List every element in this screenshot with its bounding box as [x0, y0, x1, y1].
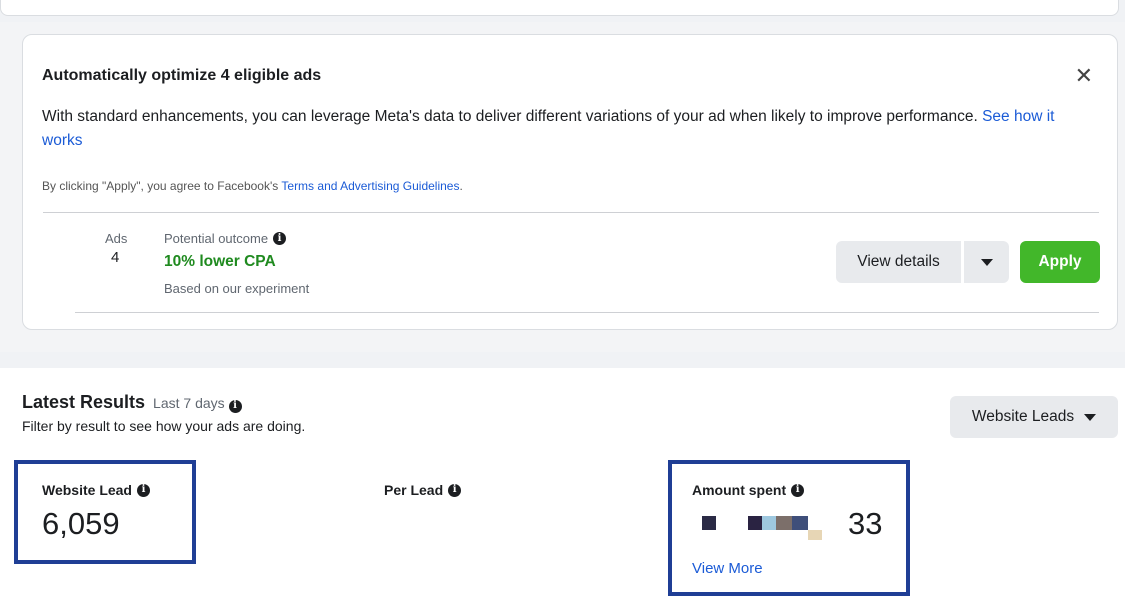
website-lead-label: Website Lead i	[42, 482, 150, 498]
website-lead-value: 6,059	[42, 506, 120, 541]
potential-outcome-label: Potential outcome i	[164, 231, 287, 246]
terms-link[interactable]: Terms and Advertising Guidelines	[281, 179, 459, 193]
legal-suffix: .	[459, 179, 463, 193]
results-subtitle: Filter by result to see how your ads are…	[22, 418, 306, 434]
amount-spent-label: Amount spent i	[692, 482, 805, 498]
website-lead-label-text: Website Lead	[42, 482, 132, 498]
optimize-ads-card: Automatically optimize 4 eligible ads ✕ …	[22, 34, 1118, 330]
ads-label: Ads	[105, 231, 128, 246]
previous-card	[0, 0, 1119, 16]
results-title: Latest Results	[22, 392, 146, 412]
caret-down-icon	[980, 258, 993, 266]
card-description: With standard enhancements, you can leve…	[42, 105, 1082, 153]
redaction-block	[702, 516, 716, 530]
amount-spent-visible-digits: 33	[848, 506, 883, 541]
legal-prefix: By clicking "Apply", you agree to Facebo…	[42, 179, 282, 193]
caret-down-icon	[1084, 413, 1097, 421]
view-more-link[interactable]: View More	[692, 560, 763, 577]
view-details-dropdown-button[interactable]	[964, 241, 1009, 283]
redaction-block	[776, 516, 792, 530]
divider	[75, 312, 1099, 313]
results-header: Latest Results Last 7 days i	[22, 392, 242, 413]
results-date-range: Last 7 days i	[153, 395, 242, 413]
ads-count: 4	[111, 249, 120, 266]
redaction-block	[748, 516, 762, 530]
redaction-block	[762, 516, 776, 530]
amount-spent-label-text: Amount spent	[692, 482, 787, 498]
description-text: With standard enhancements, you can leve…	[42, 108, 978, 125]
latest-results-section: Latest Results Last 7 days i Filter by r…	[0, 368, 1125, 605]
apply-button[interactable]: Apply	[1020, 241, 1100, 283]
redaction-block	[808, 530, 822, 540]
date-range-text: Last 7 days	[153, 395, 225, 411]
divider	[43, 212, 1099, 213]
close-icon[interactable]: ✕	[1075, 65, 1093, 87]
info-icon[interactable]: i	[448, 483, 462, 497]
info-icon[interactable]: i	[791, 483, 805, 497]
view-details-button[interactable]: View details	[836, 241, 961, 283]
potential-outcome-text: Potential outcome	[164, 231, 269, 246]
legal-notice: By clicking "Apply", you agree to Facebo…	[42, 179, 463, 193]
info-icon[interactable]: i	[228, 399, 242, 413]
info-icon[interactable]: i	[273, 232, 287, 245]
card-title: Automatically optimize 4 eligible ads	[42, 67, 322, 84]
result-filter-value: Website Leads	[971, 408, 1075, 425]
potential-outcome-value: 10% lower CPA	[164, 253, 276, 270]
potential-outcome-basis: Based on our experiment	[164, 281, 310, 296]
result-filter-select[interactable]: Website Leads	[950, 396, 1118, 438]
info-icon[interactable]: i	[137, 483, 150, 497]
redaction-block	[792, 516, 808, 530]
per-lead-label-text: Per Lead	[384, 482, 444, 498]
per-lead-label: Per Lead i	[384, 482, 462, 498]
